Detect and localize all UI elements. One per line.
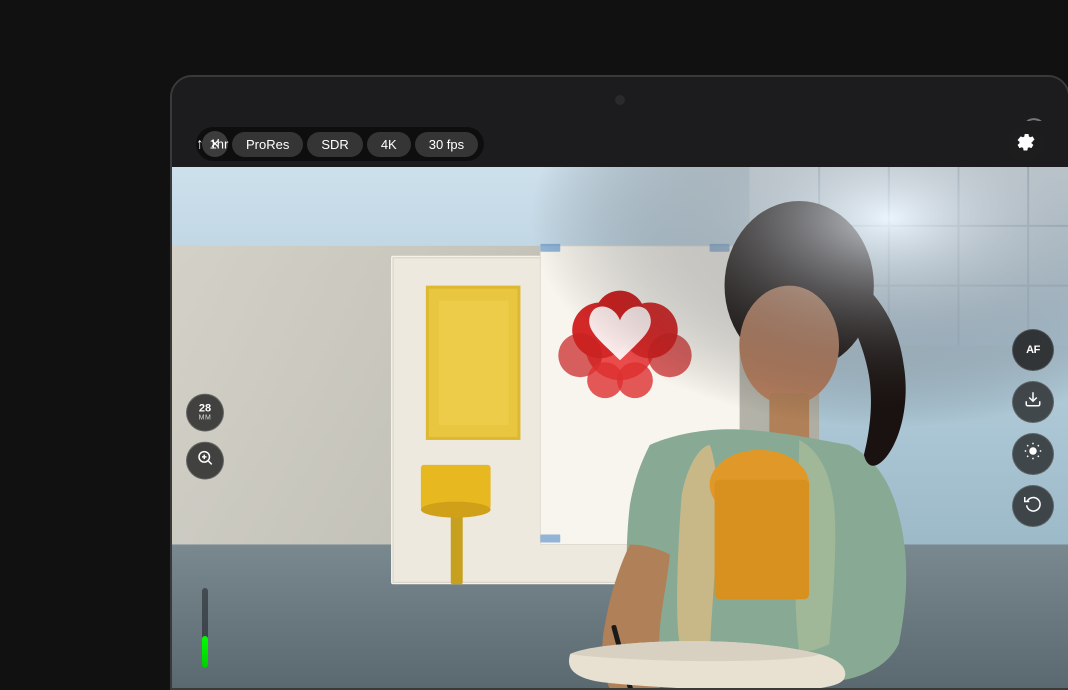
gear-icon — [1016, 132, 1036, 157]
camera-viewfinder: 28 MM AF — [172, 167, 1068, 688]
exposure-bar — [202, 588, 208, 668]
brightness-icon — [1024, 442, 1042, 465]
format-bar: ✕ ProRes SDR 4K 30 fps — [196, 127, 484, 161]
recording-time: 1hr — [210, 137, 229, 152]
af-button[interactable]: AF — [1012, 329, 1054, 371]
fps-pill[interactable]: 30 fps — [415, 132, 478, 157]
exposure-fill — [202, 636, 208, 668]
timer-arrow-icon: ↑ — [196, 136, 204, 153]
prores-pill[interactable]: ProRes — [232, 132, 303, 157]
zoom-icon — [196, 449, 214, 472]
download-icon — [1024, 390, 1042, 413]
recording-indicator: ↑ 1hr — [196, 136, 228, 153]
reset-button[interactable] — [1012, 485, 1054, 527]
zoom-button[interactable] — [186, 441, 224, 479]
lens-unit-label: MM — [199, 414, 212, 421]
sdr-pill[interactable]: SDR — [307, 132, 362, 157]
save-button[interactable] — [1012, 381, 1054, 423]
lens-mm-value: 28 — [199, 403, 211, 414]
right-camera-controls: AF — [1012, 329, 1054, 527]
exposure-button[interactable] — [1012, 433, 1054, 475]
left-camera-controls: 28 MM — [186, 393, 224, 479]
lens-selector[interactable]: 28 MM — [186, 393, 224, 431]
refresh-icon — [1024, 494, 1042, 517]
4k-pill[interactable]: 4K — [367, 132, 411, 157]
af-label: AF — [1026, 344, 1040, 356]
settings-button[interactable] — [1008, 126, 1044, 162]
